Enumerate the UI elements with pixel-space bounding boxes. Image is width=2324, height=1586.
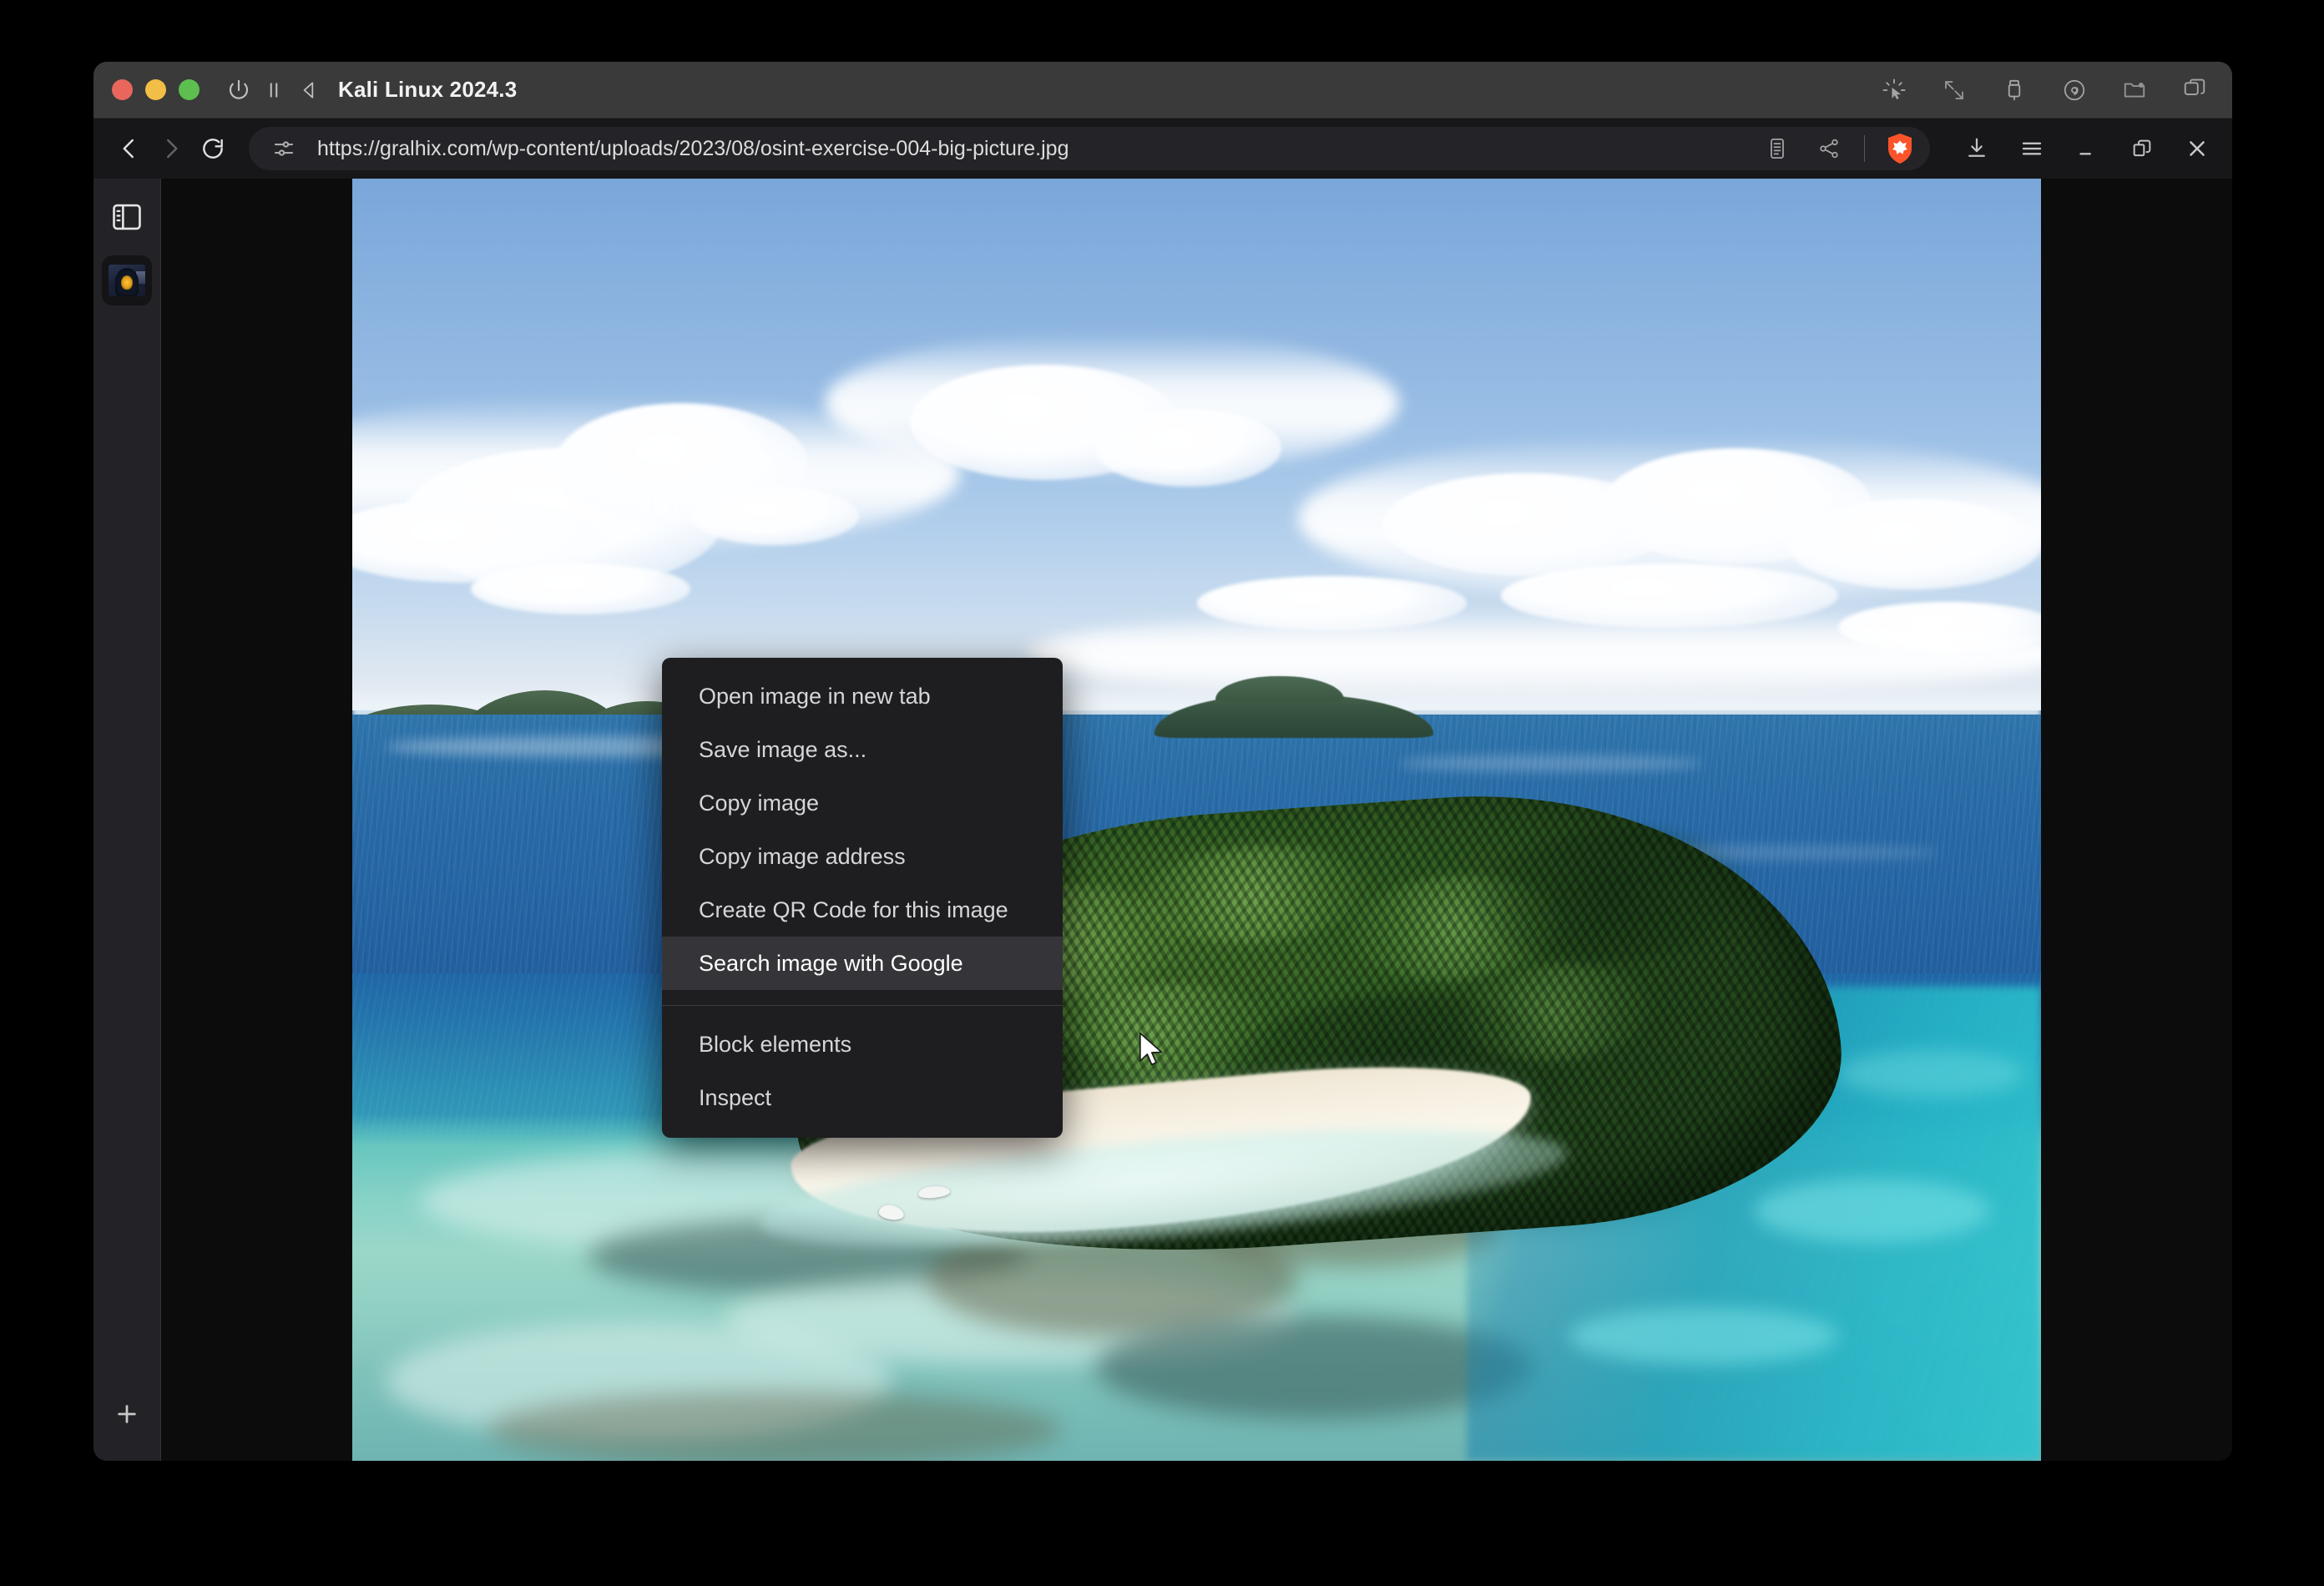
maximize-window-button[interactable] (179, 79, 200, 100)
browser-window-actions (1960, 132, 2214, 165)
virtual-machine-window: Kali Linux 2024.3 https://gralhix.com/wp… (93, 62, 2232, 1461)
vertical-tab-sidebar (93, 179, 161, 1461)
back-button[interactable] (109, 128, 150, 169)
site-settings-icon[interactable] (267, 132, 301, 165)
windows-stack-icon[interactable] (2179, 74, 2210, 106)
context-menu-item-create-qr-code[interactable]: Create QR Code for this image (662, 883, 1063, 937)
close-window-button[interactable] (112, 79, 133, 100)
disc-icon[interactable] (2059, 74, 2090, 106)
minimize-icon[interactable] (2070, 132, 2104, 165)
pause-icon[interactable] (256, 73, 291, 108)
image-context-menu[interactable]: Open image in new tab Save image as... C… (662, 658, 1063, 1138)
downloads-icon[interactable] (1960, 132, 1993, 165)
context-menu-item-search-image-with-google[interactable]: Search image with Google (662, 937, 1063, 990)
back-triangle-icon[interactable] (291, 73, 326, 108)
context-menu-item-save-image-as[interactable]: Save image as... (662, 723, 1063, 776)
brave-shields-icon[interactable] (1883, 130, 1917, 167)
maximize-restore-icon[interactable] (2125, 132, 2159, 165)
hamburger-menu-icon[interactable] (2015, 132, 2049, 165)
sidebar-toggle-icon[interactable] (104, 194, 150, 240)
address-bar[interactable]: https://gralhix.com/wp-content/uploads/2… (249, 127, 1930, 170)
url-text[interactable]: https://gralhix.com/wp-content/uploads/2… (317, 137, 1069, 161)
shared-folder-icon[interactable] (2119, 74, 2150, 106)
tab-thumbnail (109, 265, 145, 296)
close-icon[interactable] (2180, 132, 2214, 165)
window-traffic-lights (112, 79, 200, 100)
reader-mode-icon[interactable] (1761, 132, 1794, 165)
context-menu-item-block-elements[interactable]: Block elements (662, 1018, 1063, 1071)
resize-diagonal-icon[interactable] (1938, 74, 1970, 106)
forward-button[interactable] (150, 128, 192, 169)
cursor-click-icon[interactable] (1878, 74, 1910, 106)
reload-button[interactable] (192, 128, 234, 169)
image-content[interactable] (352, 179, 2041, 1461)
context-menu-item-open-image-in-new-tab[interactable]: Open image in new tab (662, 669, 1063, 723)
browser-body: Open image in new tab Save image as... C… (93, 179, 2232, 1461)
vm-title: Kali Linux 2024.3 (338, 77, 518, 102)
share-icon[interactable] (1812, 132, 1846, 165)
page-viewport[interactable]: Open image in new tab Save image as... C… (161, 179, 2232, 1461)
new-tab-button[interactable] (104, 1391, 150, 1437)
mouse-cursor (1138, 1032, 1166, 1074)
usb-icon[interactable] (1998, 74, 2030, 106)
brave-browser-window: https://gralhix.com/wp-content/uploads/2… (93, 119, 2232, 1461)
context-menu-item-copy-image[interactable]: Copy image (662, 776, 1063, 830)
vm-toolbar (1878, 74, 2210, 106)
minimize-window-button[interactable] (145, 79, 166, 100)
toolbar-divider (1864, 135, 1865, 162)
context-menu-item-inspect[interactable]: Inspect (662, 1071, 1063, 1124)
power-icon[interactable] (221, 73, 256, 108)
sidebar-item-image-tab[interactable] (102, 255, 152, 306)
address-bar-actions (1744, 130, 1917, 167)
context-menu-separator (662, 1005, 1063, 1006)
context-menu-item-copy-image-address[interactable]: Copy image address (662, 830, 1063, 883)
browser-toolbar: https://gralhix.com/wp-content/uploads/2… (93, 119, 2232, 179)
vm-titlebar: Kali Linux 2024.3 (93, 62, 2232, 119)
